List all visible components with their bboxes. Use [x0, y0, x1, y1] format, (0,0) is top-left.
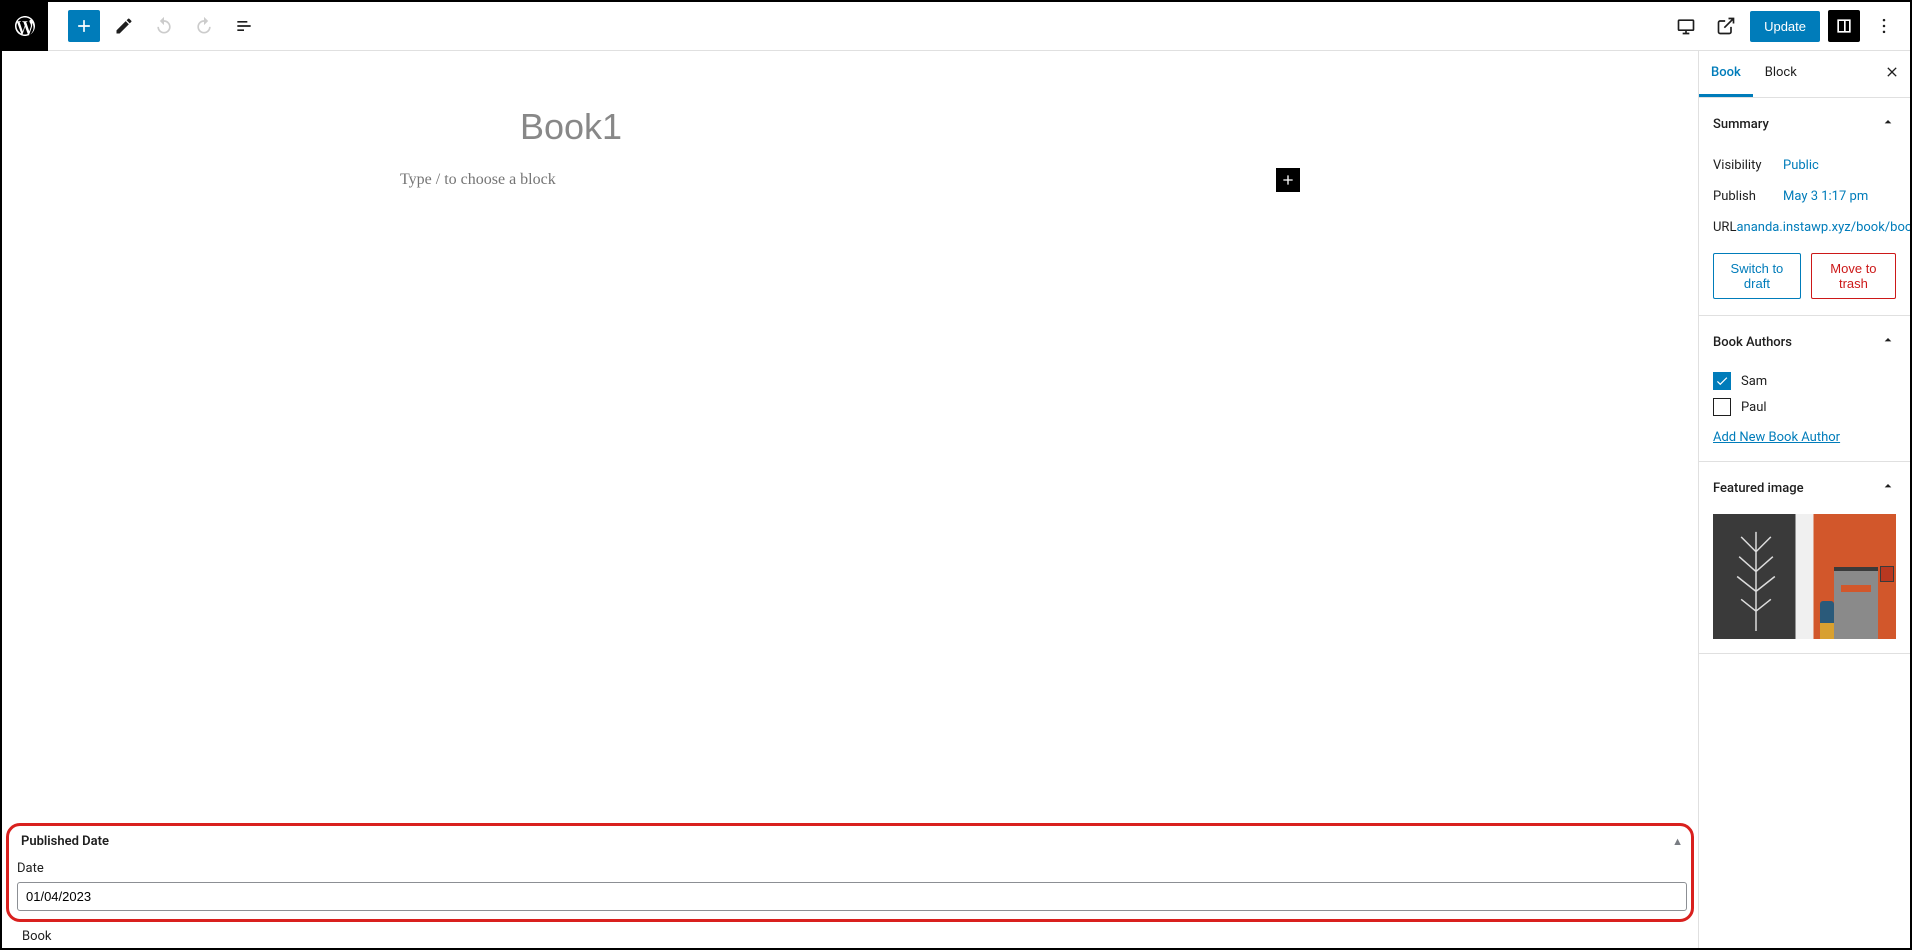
- redo-button[interactable]: [188, 10, 220, 42]
- desktop-icon: [1676, 16, 1696, 36]
- published-date-input[interactable]: [17, 882, 1687, 911]
- visibility-value[interactable]: Public: [1783, 158, 1896, 173]
- featured-image-panel-header[interactable]: Featured image: [1699, 462, 1910, 514]
- plus-icon: [1280, 172, 1296, 188]
- editor-canvas[interactable]: Type / to choose a block: [2, 51, 1698, 821]
- author-label: Sam: [1741, 374, 1767, 389]
- undo-button[interactable]: [148, 10, 180, 42]
- publish-value[interactable]: May 3 1:17 pm: [1783, 189, 1896, 204]
- document-overview-button[interactable]: [228, 10, 260, 42]
- featured-image-thumbnail[interactable]: [1713, 514, 1896, 639]
- tab-book[interactable]: Book: [1699, 51, 1753, 97]
- featured-image-panel: Featured image: [1699, 462, 1910, 654]
- metabox-title: Published Date: [21, 834, 109, 849]
- author-checkbox-paul[interactable]: [1713, 398, 1731, 416]
- summary-panel: Summary Visibility Public Publish May 3 …: [1699, 98, 1910, 316]
- chevron-up-icon: [1880, 332, 1896, 352]
- undo-icon: [154, 16, 174, 36]
- settings-sidebar: Book Block Summary Visibility Public: [1698, 51, 1910, 948]
- metabox-toggle-icon[interactable]: ▲: [1672, 835, 1683, 848]
- add-new-author-link[interactable]: Add New Book Author: [1713, 430, 1840, 445]
- block-placeholder[interactable]: Type / to choose a block: [400, 171, 1276, 189]
- add-block-button[interactable]: [68, 10, 100, 42]
- update-button[interactable]: Update: [1750, 11, 1820, 42]
- box-decoration: [1880, 566, 1894, 582]
- close-icon: [1884, 64, 1900, 80]
- move-to-trash-button[interactable]: Move to trash: [1811, 253, 1896, 299]
- close-sidebar-button[interactable]: [1874, 54, 1910, 95]
- door-decoration: [1834, 567, 1878, 639]
- publish-label: Publish: [1713, 189, 1783, 204]
- date-field-label: Date: [17, 861, 1687, 876]
- metabox-header[interactable]: Published Date ▲: [17, 832, 1687, 861]
- view-button[interactable]: [1670, 10, 1702, 42]
- settings-toggle-button[interactable]: [1828, 10, 1860, 42]
- author-checkbox-row: Sam: [1713, 368, 1896, 394]
- switch-to-draft-button[interactable]: Switch to draft: [1713, 253, 1801, 299]
- url-value[interactable]: ananda.instawp.xyz/book/book1/: [1736, 220, 1910, 235]
- pencil-icon: [114, 16, 134, 36]
- list-icon: [234, 16, 254, 36]
- visibility-label: Visibility: [1713, 158, 1783, 173]
- check-icon: [1715, 374, 1729, 388]
- wordpress-logo[interactable]: [2, 2, 48, 51]
- preview-button[interactable]: [1710, 10, 1742, 42]
- wordpress-icon: [13, 14, 37, 38]
- editor-topbar: Update: [2, 2, 1910, 51]
- summary-panel-header[interactable]: Summary: [1699, 98, 1910, 150]
- options-menu-button[interactable]: [1868, 10, 1900, 42]
- author-checkbox-row: Paul: [1713, 394, 1896, 420]
- tree-decoration: [1731, 522, 1781, 631]
- chevron-up-icon: [1880, 478, 1896, 498]
- chevron-up-icon: [1880, 114, 1896, 134]
- published-date-metabox: Published Date ▲ Date: [6, 823, 1694, 922]
- post-title-input[interactable]: [400, 106, 1300, 148]
- external-link-icon: [1716, 16, 1736, 36]
- url-label: URL: [1713, 220, 1736, 235]
- sidebar-icon: [1834, 16, 1854, 36]
- redo-icon: [194, 16, 214, 36]
- edit-mode-button[interactable]: [108, 10, 140, 42]
- plus-icon: [74, 16, 94, 36]
- inline-add-block-button[interactable]: [1276, 168, 1300, 192]
- author-checkbox-sam[interactable]: [1713, 372, 1731, 390]
- authors-panel-header[interactable]: Book Authors: [1699, 316, 1910, 368]
- book-authors-panel: Book Authors Sam Paul: [1699, 316, 1910, 462]
- block-breadcrumb[interactable]: Book: [2, 925, 1698, 948]
- author-label: Paul: [1741, 400, 1767, 415]
- tab-block[interactable]: Block: [1753, 51, 1809, 97]
- person-decoration: [1820, 601, 1834, 639]
- dots-vertical-icon: [1874, 16, 1894, 36]
